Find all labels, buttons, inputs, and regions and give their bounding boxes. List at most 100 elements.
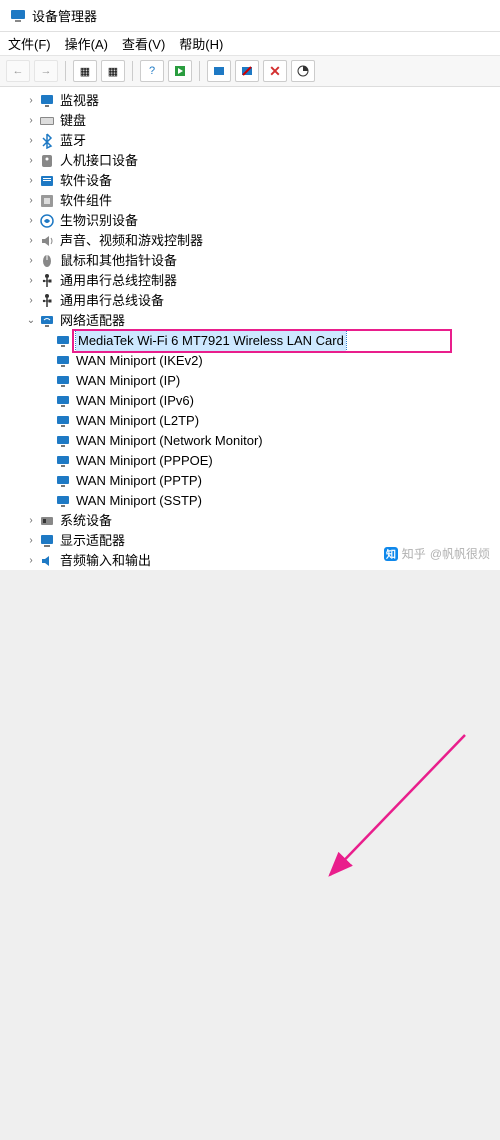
tree-category[interactable]: › 通用串行总线设备 xyxy=(6,291,500,311)
expand-toggle-icon[interactable]: › xyxy=(24,231,38,251)
menu-file[interactable]: 文件(F) xyxy=(8,34,51,53)
tree-device[interactable]: WAN Miniport (IKEv2) xyxy=(54,351,500,371)
tree-category[interactable]: › 人机接口设备 xyxy=(6,151,500,171)
category-label: 监视器 xyxy=(60,91,99,111)
tree-category[interactable]: › 软件设备 xyxy=(6,171,500,191)
display-icon xyxy=(38,533,56,549)
device-label: WAN Miniport (PPPOE) xyxy=(76,451,213,471)
separator xyxy=(65,61,66,81)
expand-toggle-icon[interactable]: › xyxy=(24,251,38,271)
category-label: 软件设备 xyxy=(60,171,112,191)
tree-category[interactable]: › 系统设备 xyxy=(6,511,500,531)
netadapter-icon xyxy=(54,433,72,449)
system-icon xyxy=(38,513,56,529)
tree-device[interactable]: WAN Miniport (SSTP) xyxy=(54,491,500,511)
tree-device[interactable]: WAN Miniport (IPv6) xyxy=(54,391,500,411)
tree-device[interactable]: WAN Miniport (IP) xyxy=(54,371,500,391)
help-button[interactable]: ? xyxy=(140,60,164,82)
expand-toggle-icon[interactable]: › xyxy=(24,111,38,131)
netadapter-icon xyxy=(54,493,72,509)
tree-category[interactable]: › 蓝牙 xyxy=(6,131,500,151)
separator xyxy=(132,61,133,81)
tree-category[interactable]: ›键盘 xyxy=(6,111,500,131)
menu-help[interactable]: 帮助(H) xyxy=(179,34,223,53)
device-manager-window: 设备管理器 文件(F) 操作(A) 查看(V) 帮助(H) ← → ▦ ▦ ? … xyxy=(0,0,500,570)
mouse-icon xyxy=(38,253,56,269)
category-label: 鼠标和其他指针设备 xyxy=(60,251,177,271)
expand-toggle-icon[interactable]: › xyxy=(24,271,38,291)
toolbar: ← → ▦ ▦ ? ✕ xyxy=(0,55,500,87)
device-label: WAN Miniport (IPv6) xyxy=(76,391,194,411)
window-title: 设备管理器 xyxy=(32,6,97,25)
expand-toggle-icon[interactable]: › xyxy=(24,151,38,171)
category-label: 人机接口设备 xyxy=(60,151,138,171)
netadapter-icon xyxy=(54,453,72,469)
expand-toggle-icon[interactable]: ⌄ xyxy=(24,311,38,331)
menu-action[interactable]: 操作(A) xyxy=(65,34,108,53)
tree-category[interactable]: › 鼠标和其他指针设备 xyxy=(6,251,500,271)
scan-button[interactable] xyxy=(291,60,315,82)
expand-toggle-icon[interactable]: › xyxy=(24,511,38,531)
update-button[interactable] xyxy=(207,60,231,82)
software-icon xyxy=(38,173,56,189)
disable-button[interactable] xyxy=(235,60,259,82)
category-label: 蓝牙 xyxy=(60,131,86,151)
device-label: WAN Miniport (IP) xyxy=(76,371,180,391)
expand-toggle-icon[interactable]: › xyxy=(24,551,38,570)
uninstall-button[interactable]: ✕ xyxy=(263,60,287,82)
expand-toggle-icon[interactable]: › xyxy=(24,191,38,211)
tree-category[interactable]: ⌄ 网络适配器 xyxy=(6,311,500,331)
device-label: WAN Miniport (SSTP) xyxy=(76,491,202,511)
expand-toggle-icon[interactable]: › xyxy=(24,131,38,151)
tree-device[interactable]: WAN Miniport (Network Monitor) xyxy=(54,431,500,451)
category-label: 音频输入和输出 xyxy=(60,551,151,570)
bluetooth-icon xyxy=(38,133,56,149)
tree-category[interactable]: ›通用串行总线控制器 xyxy=(6,271,500,291)
category-label: 生物识别设备 xyxy=(60,211,138,231)
tree-category[interactable]: › 声音、视频和游戏控制器 xyxy=(6,231,500,251)
netadapter-icon xyxy=(54,413,72,429)
netadapter-icon xyxy=(54,353,72,369)
tree-category[interactable]: › 生物识别设备 xyxy=(6,211,500,231)
separator xyxy=(199,61,200,81)
device-tree[interactable]: ›监视器›键盘›蓝牙›人机接口设备›软件设备›软件组件›生物识别设备›声音、视频… xyxy=(0,87,500,570)
expand-toggle-icon[interactable]: › xyxy=(24,171,38,191)
expand-toggle-icon[interactable]: › xyxy=(24,211,38,231)
props-button[interactable]: ▦ xyxy=(101,60,125,82)
watermark-label: 知乎 xyxy=(402,545,426,562)
category-label: 软件组件 xyxy=(60,191,112,211)
category-label: 声音、视频和游戏控制器 xyxy=(60,231,203,251)
enable-button[interactable] xyxy=(168,60,192,82)
titlebar: 设备管理器 xyxy=(0,0,500,32)
device-label: MediaTek Wi-Fi 6 MT7921 Wireless LAN Car… xyxy=(76,331,346,351)
expand-toggle-icon[interactable]: › xyxy=(24,291,38,311)
sound-icon xyxy=(38,233,56,249)
category-label: 系统设备 xyxy=(60,511,112,531)
tree-category[interactable]: › 监视器 xyxy=(6,91,500,111)
svg-text:知: 知 xyxy=(385,548,396,561)
biometric-icon xyxy=(38,213,56,229)
watermark: 知 知乎 @帆帆很烦 xyxy=(384,545,490,562)
netadapter-icon xyxy=(54,473,72,489)
tree-device[interactable]: WAN Miniport (PPPOE) xyxy=(54,451,500,471)
tree-category[interactable]: › 软件组件 xyxy=(6,191,500,211)
network-icon xyxy=(38,313,56,329)
monitor-icon xyxy=(38,93,56,109)
usb-icon xyxy=(38,273,56,289)
device-label: WAN Miniport (IKEv2) xyxy=(76,351,203,371)
expand-toggle-icon[interactable]: › xyxy=(24,91,38,111)
netadapter-icon xyxy=(54,373,72,389)
expand-toggle-icon[interactable]: › xyxy=(24,531,38,551)
netadapter-icon xyxy=(54,333,72,349)
menu-view[interactable]: 查看(V) xyxy=(122,34,165,53)
forward-button[interactable]: → xyxy=(34,60,58,82)
watermark-user: @帆帆很烦 xyxy=(430,545,490,562)
back-button[interactable]: ← xyxy=(6,60,30,82)
category-label: 网络适配器 xyxy=(60,311,125,331)
category-label: 通用串行总线设备 xyxy=(60,291,164,311)
tree-device[interactable]: MediaTek Wi-Fi 6 MT7921 Wireless LAN Car… xyxy=(54,331,500,351)
views-button[interactable]: ▦ xyxy=(73,60,97,82)
tree-device[interactable]: WAN Miniport (L2TP) xyxy=(54,411,500,431)
usb-icon xyxy=(38,293,56,309)
tree-device[interactable]: WAN Miniport (PPTP) xyxy=(54,471,500,491)
